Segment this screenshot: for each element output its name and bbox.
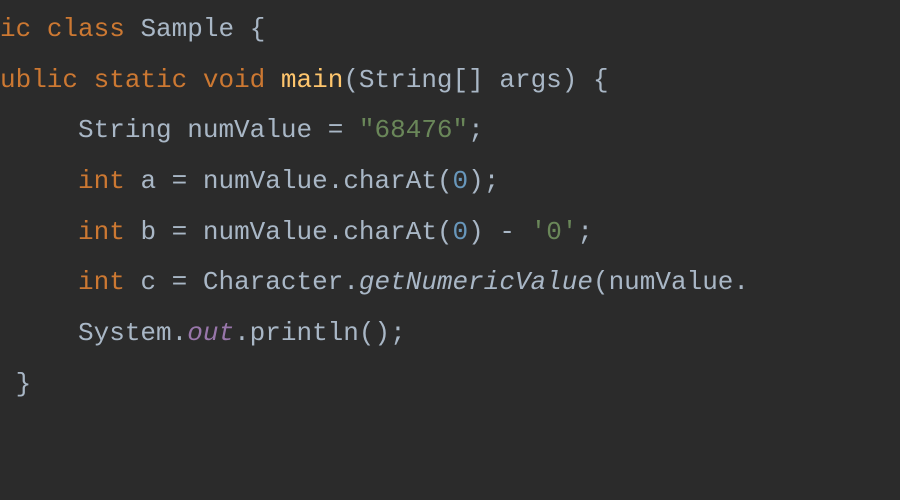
brace-open: { [593,65,609,95]
paren-close: ) [562,65,578,95]
code-line[interactable]: String numValue = "68476"; [0,105,900,156]
code-editor-viewport[interactable]: ic class Sample { ublic static void main… [0,4,900,410]
field-out: out [187,318,234,348]
operator-assign: = [172,217,188,247]
paren-close: ) [468,166,484,196]
code-line[interactable]: int b = numValue.charAt(0) - '0'; [0,207,900,258]
keyword-void: void [203,65,265,95]
class-name: Sample [140,14,234,44]
operator-assign: = [328,115,344,145]
code-line[interactable]: ic class Sample { [0,4,900,55]
keyword-int: int [78,267,125,297]
indent [0,115,78,145]
method-getnumericvalue: getNumericValue [359,267,593,297]
indent [0,369,16,399]
type-character: Character [203,267,343,297]
operator-assign: = [172,166,188,196]
method-charat: charAt [343,166,437,196]
semicolon: ; [390,318,406,348]
type-system: System [78,318,172,348]
keyword-int: int [78,217,125,247]
partial-keyword-public: ic [0,14,31,44]
param-args: args [499,65,561,95]
operator-assign: = [172,267,188,297]
type-string: String [359,65,453,95]
var-numvalue: numValue [187,115,312,145]
string-literal: "68476" [359,115,468,145]
dot: . [733,267,749,297]
keyword-class: class [47,14,125,44]
paren-open: ( [343,65,359,95]
method-decl-main: main [281,65,343,95]
identifier-numvalue: numValue [609,267,734,297]
semicolon: ; [468,115,484,145]
paren-open: ( [437,217,453,247]
number-literal: 0 [453,166,469,196]
dot: . [328,217,344,247]
method-charat: charAt [343,217,437,247]
dot: . [172,318,188,348]
brackets: [] [453,65,484,95]
indent [0,267,78,297]
identifier-numvalue: numValue [203,166,328,196]
semicolon: ; [577,217,593,247]
code-line[interactable]: } [0,359,900,410]
code-line[interactable]: int a = numValue.charAt(0); [0,156,900,207]
indent [0,217,78,247]
dot: . [343,267,359,297]
var-c: c [140,267,156,297]
code-line[interactable]: int c = Character.getNumericValue(numVal… [0,257,900,308]
dot: . [328,166,344,196]
operator-minus: - [499,217,515,247]
method-println: println [250,318,359,348]
partial-keyword-public: ublic [0,65,78,95]
indent [0,166,78,196]
dot: . [234,318,250,348]
code-line[interactable]: ublic static void main(String[] args) { [0,55,900,106]
keyword-static: static [94,65,188,95]
var-a: a [140,166,156,196]
char-literal: '0' [531,217,578,247]
indent [0,318,78,348]
number-literal: 0 [453,217,469,247]
paren-open: ( [359,318,375,348]
type-string: String [78,115,172,145]
var-b: b [140,217,156,247]
semicolon: ; [484,166,500,196]
identifier-numvalue: numValue [203,217,328,247]
paren-close: ) [375,318,391,348]
paren-close: ) [468,217,484,247]
keyword-int: int [78,166,125,196]
paren-open: ( [437,166,453,196]
code-line[interactable]: System.out.println(); [0,308,900,359]
brace-open: { [250,14,266,44]
paren-open: ( [593,267,609,297]
brace-close: } [16,369,32,399]
